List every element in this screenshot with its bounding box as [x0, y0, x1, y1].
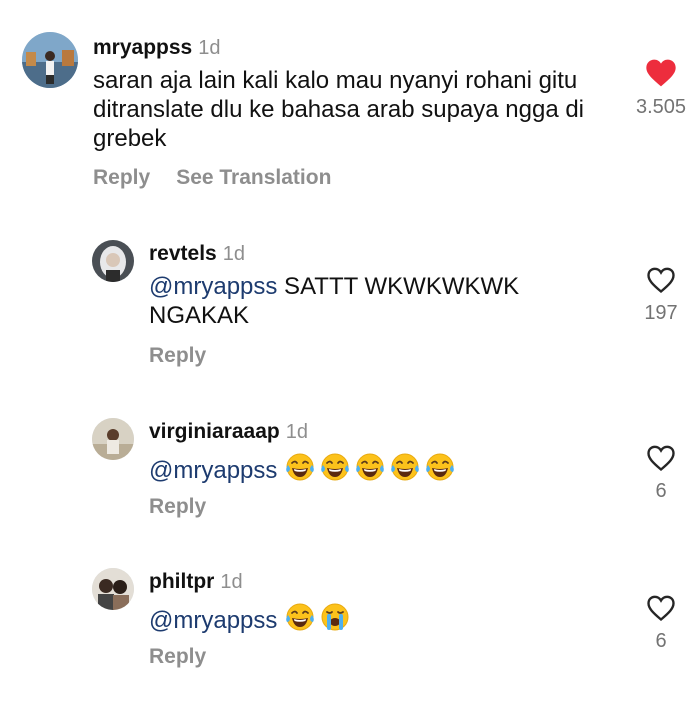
comment-text: @mryappss SATTT WKWKWKWK NGAKAK: [149, 272, 569, 330]
tears-of-joy-emoji-icon: [391, 453, 419, 481]
heart-outline-icon[interactable]: [646, 266, 676, 294]
comment-body: saran aja lain kali kalo mau nyanyi roha…: [93, 67, 585, 152]
avatar-photo: [92, 568, 134, 610]
avatar[interactable]: [92, 240, 134, 282]
mention-link[interactable]: @mryappss: [149, 273, 277, 300]
comment-header: philtpr 1d: [149, 570, 243, 594]
like-count: 3.505: [635, 96, 687, 118]
comment-text: saran aja lain kali kalo mau nyanyi roha…: [93, 66, 603, 153]
comment-actions: Reply: [149, 495, 206, 519]
tears-of-joy-emoji-icon: [426, 453, 454, 481]
avatar-photo: [22, 32, 78, 88]
emoji-row: [284, 603, 354, 634]
username[interactable]: revtels: [149, 242, 217, 265]
like-count: 197: [644, 302, 678, 324]
reply-button[interactable]: Reply: [149, 645, 206, 668]
reply-comment: virginiaraaap 1d @mryappss Reply 6: [0, 408, 700, 528]
comment-header: revtels 1d: [149, 242, 245, 266]
username[interactable]: philtpr: [149, 570, 214, 593]
timestamp: 1d: [285, 421, 308, 443]
comment-actions: Reply: [149, 645, 206, 669]
comment: mryappss 1d saran aja lain kali kalo mau …: [0, 0, 700, 200]
like-control: 6: [622, 444, 700, 503]
mention-link[interactable]: @mryappss: [149, 607, 277, 634]
reply-button[interactable]: Reply: [149, 344, 206, 367]
comment-header: virginiaraaap 1d: [149, 420, 308, 444]
like-count: 6: [655, 480, 667, 502]
like-control: 3.505: [622, 58, 700, 119]
avatar[interactable]: [22, 32, 78, 88]
avatar-photo: [92, 240, 134, 282]
heart-outline-icon[interactable]: [646, 594, 676, 622]
avatar[interactable]: [92, 418, 134, 460]
username[interactable]: mryappss: [93, 36, 192, 59]
timestamp: 1d: [198, 37, 221, 59]
like-count: 6: [655, 630, 667, 652]
avatar[interactable]: [92, 568, 134, 610]
mention-link[interactable]: @mryappss: [149, 457, 277, 484]
heart-outline-icon[interactable]: [646, 444, 676, 472]
reply-comment: revtels 1d @mryappss SATTT WKWKWKWK NGAKA…: [0, 230, 700, 380]
reply-button[interactable]: Reply: [93, 166, 150, 189]
tears-of-joy-emoji-icon: [321, 453, 349, 481]
avatar-photo: [92, 418, 134, 460]
emoji-row: [284, 453, 459, 484]
timestamp: 1d: [220, 571, 243, 593]
username[interactable]: virginiaraaap: [149, 420, 280, 443]
like-control: 6: [622, 594, 700, 653]
loudly-crying-emoji-icon: [321, 603, 349, 631]
timestamp: 1d: [222, 243, 245, 265]
comment-actions: Reply: [149, 344, 206, 368]
comment-text: @mryappss: [149, 602, 569, 635]
tears-of-joy-emoji-icon: [286, 603, 314, 631]
comment-actions: Reply See Translation: [93, 166, 331, 190]
heart-filled-icon[interactable]: [645, 58, 677, 88]
see-translation-button[interactable]: See Translation: [176, 166, 331, 189]
tears-of-joy-emoji-icon: [356, 453, 384, 481]
like-control: 197: [622, 266, 700, 325]
reply-comment: philtpr 1d @mryappss Reply 6: [0, 558, 700, 678]
comment-text: @mryappss: [149, 452, 569, 485]
reply-button[interactable]: Reply: [149, 495, 206, 518]
comment-header: mryappss 1d: [93, 36, 220, 60]
tears-of-joy-emoji-icon: [286, 453, 314, 481]
